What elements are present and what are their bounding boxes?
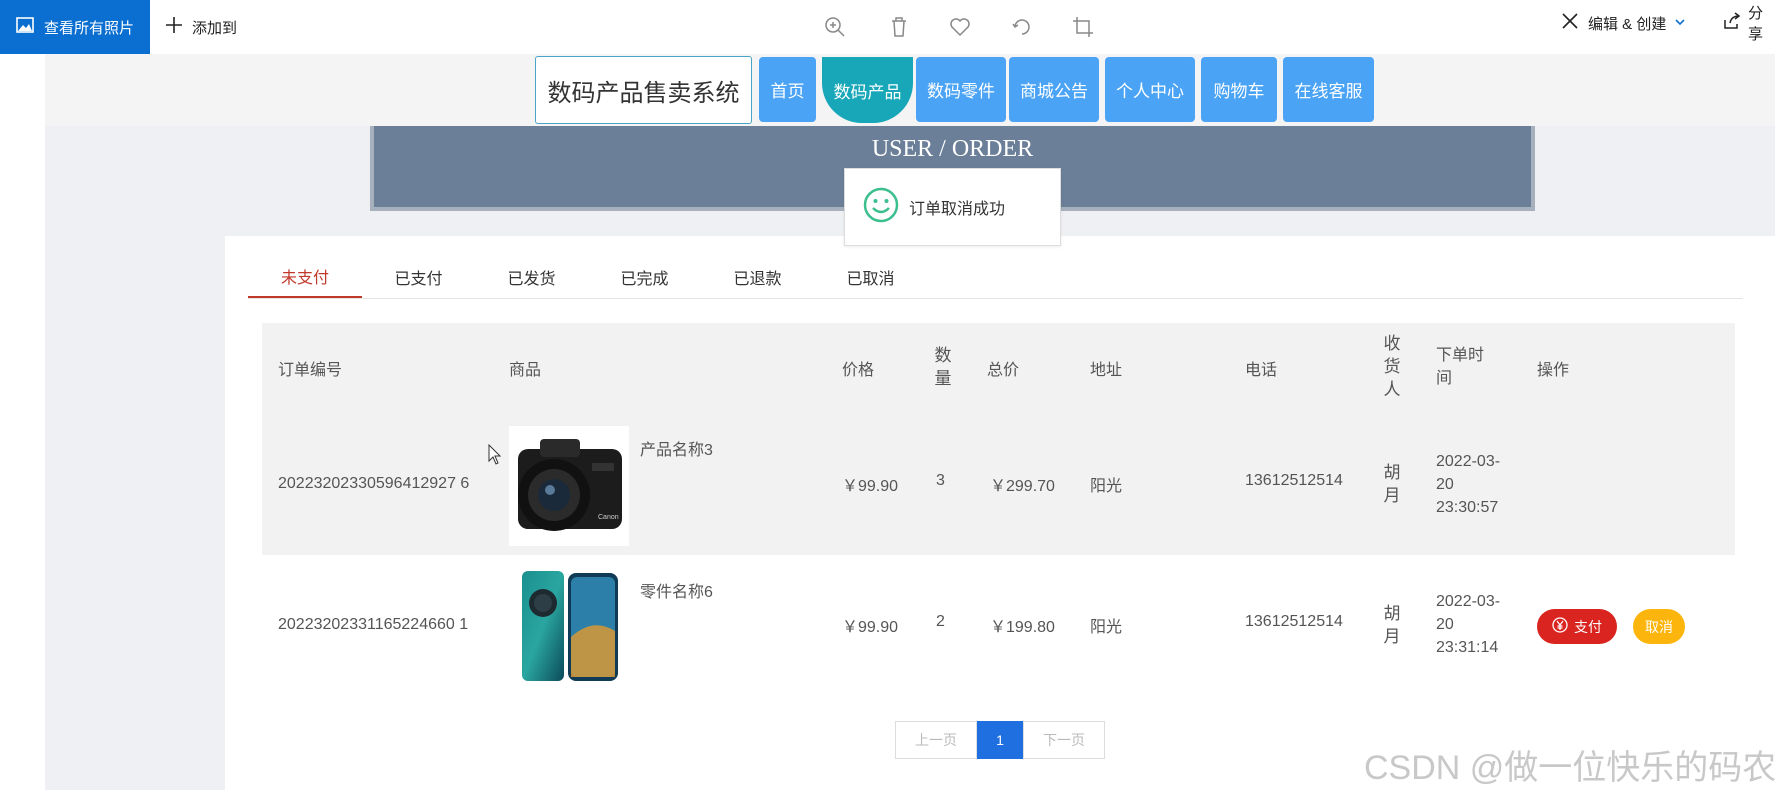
smile-icon <box>863 187 899 228</box>
site-title: 数码产品售卖系统 <box>535 56 752 124</box>
order-no: 20223202331165224660 1 <box>278 616 469 633</box>
share-button[interactable]: 分享 <box>1722 0 1775 46</box>
view-all-photos-label: 查看所有照片 <box>44 19 135 37</box>
price: ￥99.90 <box>842 478 899 495</box>
header-receiver: 收货人 <box>1383 334 1401 399</box>
add-to-button[interactable]: 添加到 <box>164 0 237 54</box>
total-price: ￥199.80 <box>990 619 1055 636</box>
delete-icon[interactable] <box>884 12 914 42</box>
rotate-icon[interactable] <box>1007 12 1037 42</box>
plus-icon <box>164 15 184 39</box>
pay-label: 支付 <box>1574 618 1602 635</box>
header-product: 商品 <box>509 362 542 379</box>
order-time: 2022-03-20 23:30:57 <box>1436 453 1501 516</box>
nav-digital-products[interactable]: 数码产品 <box>822 57 913 123</box>
tabs-divider <box>248 298 1743 299</box>
order-no: 20223202330596412927 6 <box>278 475 470 492</box>
pay-button[interactable]: 支付 <box>1537 609 1617 644</box>
tab-completed[interactable]: 已完成 <box>588 256 701 298</box>
nav-announcements[interactable]: 商城公告 <box>1009 57 1099 122</box>
watermark: CSDN @做一位快乐的码农 <box>1364 749 1775 787</box>
photo-icon <box>16 16 34 38</box>
header-price: 价格 <box>842 362 875 379</box>
chevron-down-icon <box>1674 15 1686 32</box>
nav-cart[interactable]: 购物车 <box>1201 57 1277 122</box>
quantity: 2 <box>936 613 945 630</box>
favorite-icon[interactable] <box>945 12 975 42</box>
mouse-cursor-icon <box>488 443 502 471</box>
total-price: ￥299.70 <box>990 478 1055 495</box>
product-name[interactable]: 产品名称3 <box>640 436 713 460</box>
header-total: 总价 <box>987 362 1020 379</box>
address: 阳光 <box>1090 619 1123 636</box>
yen-icon <box>1552 617 1568 636</box>
tab-paid[interactable]: 已支付 <box>362 256 475 298</box>
tab-cancelled[interactable]: 已取消 <box>814 256 927 298</box>
success-toast: 订单取消成功 <box>844 168 1061 246</box>
zoom-in-icon[interactable] <box>820 12 850 42</box>
prev-page-button[interactable]: 上一页 <box>895 721 977 759</box>
nav-home[interactable]: 首页 <box>759 57 816 122</box>
address: 阳光 <box>1090 478 1123 495</box>
header-phone: 电话 <box>1245 362 1278 379</box>
header-actions: 操作 <box>1537 362 1570 379</box>
header-address: 地址 <box>1090 362 1123 379</box>
product-name[interactable]: 零件名称6 <box>640 578 713 602</box>
quantity: 3 <box>936 472 945 489</box>
nav-digital-parts[interactable]: 数码零件 <box>916 57 1006 122</box>
header-quantity: 数量 <box>934 346 952 388</box>
phone: 13612512514 <box>1245 613 1343 630</box>
share-icon <box>1722 11 1742 35</box>
header-order-time: 下单时间 <box>1436 347 1485 387</box>
view-all-photos-button[interactable]: 查看所有照片 <box>0 0 150 54</box>
cancel-order-button[interactable]: 取消 <box>1633 609 1685 644</box>
edit-tools-icon <box>1560 11 1580 35</box>
banner-title: USER / ORDER <box>871 136 1034 162</box>
nav-personal-center[interactable]: 个人中心 <box>1105 57 1195 122</box>
add-to-label: 添加到 <box>192 19 238 37</box>
price: ￥99.90 <box>842 619 899 636</box>
svg-text:Canon: Canon <box>598 514 619 521</box>
toast-message: 订单取消成功 <box>909 201 1006 218</box>
phone: 13612512514 <box>1245 472 1343 489</box>
share-label: 分享 <box>1748 5 1764 43</box>
product-image-camera[interactable]: Canon <box>509 426 629 546</box>
tab-refunded[interactable]: 已退款 <box>701 256 814 298</box>
page-1-button[interactable]: 1 <box>977 721 1023 759</box>
nav-online-service[interactable]: 在线客服 <box>1283 57 1374 122</box>
edit-create-label: 编辑 & 创建 <box>1588 15 1667 33</box>
crop-icon[interactable] <box>1068 12 1098 42</box>
tab-shipped[interactable]: 已发货 <box>475 256 588 298</box>
order-time: 2022-03-20 23:31:14 <box>1436 593 1501 656</box>
viewer-margin <box>0 54 45 790</box>
header-order-no: 订单编号 <box>278 362 343 379</box>
receiver: 胡月 <box>1383 463 1401 505</box>
pagination: 上一页 1 下一页 <box>895 721 1105 759</box>
next-page-button[interactable]: 下一页 <box>1023 721 1105 759</box>
tab-unpaid[interactable]: 未支付 <box>248 256 362 298</box>
product-image-phone[interactable] <box>509 566 629 686</box>
edit-create-button[interactable]: 编辑 & 创建 <box>1560 0 1686 46</box>
receiver: 胡月 <box>1383 604 1401 646</box>
